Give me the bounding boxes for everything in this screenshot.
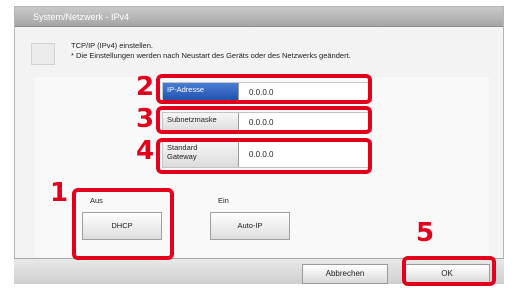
step-number-4: 4 <box>136 136 155 166</box>
step-number-1: 1 <box>50 178 69 208</box>
autoip-option-group: Ein Auto-IP <box>210 190 330 244</box>
step-number-2: 2 <box>136 72 155 102</box>
autoip-group-label: Ein <box>218 196 229 205</box>
autoip-button[interactable]: Auto-IP <box>210 212 290 240</box>
window-title: System/Netzwerk - IPv4 <box>33 12 130 22</box>
dhcp-callout-frame <box>72 188 174 260</box>
info-line-1: TCP/IP (IPv4) einstellen. <box>71 41 153 50</box>
info-line-2: * Die Einstellungen werden nach Neustart… <box>71 51 351 60</box>
gateway-callout-frame <box>156 138 372 174</box>
ok-callout-frame <box>402 256 496 286</box>
info-icon <box>31 43 55 65</box>
info-message: TCP/IP (IPv4) einstellen. * Die Einstell… <box>71 41 351 61</box>
step-number-3: 3 <box>136 104 155 134</box>
subnet-mask-callout-frame <box>156 106 372 134</box>
cancel-button[interactable]: Abbrechen <box>302 264 388 284</box>
ip-address-callout-frame <box>156 74 372 104</box>
window-title-bar: System/Netzwerk - IPv4 <box>15 7 503 27</box>
step-number-5: 5 <box>416 218 435 248</box>
